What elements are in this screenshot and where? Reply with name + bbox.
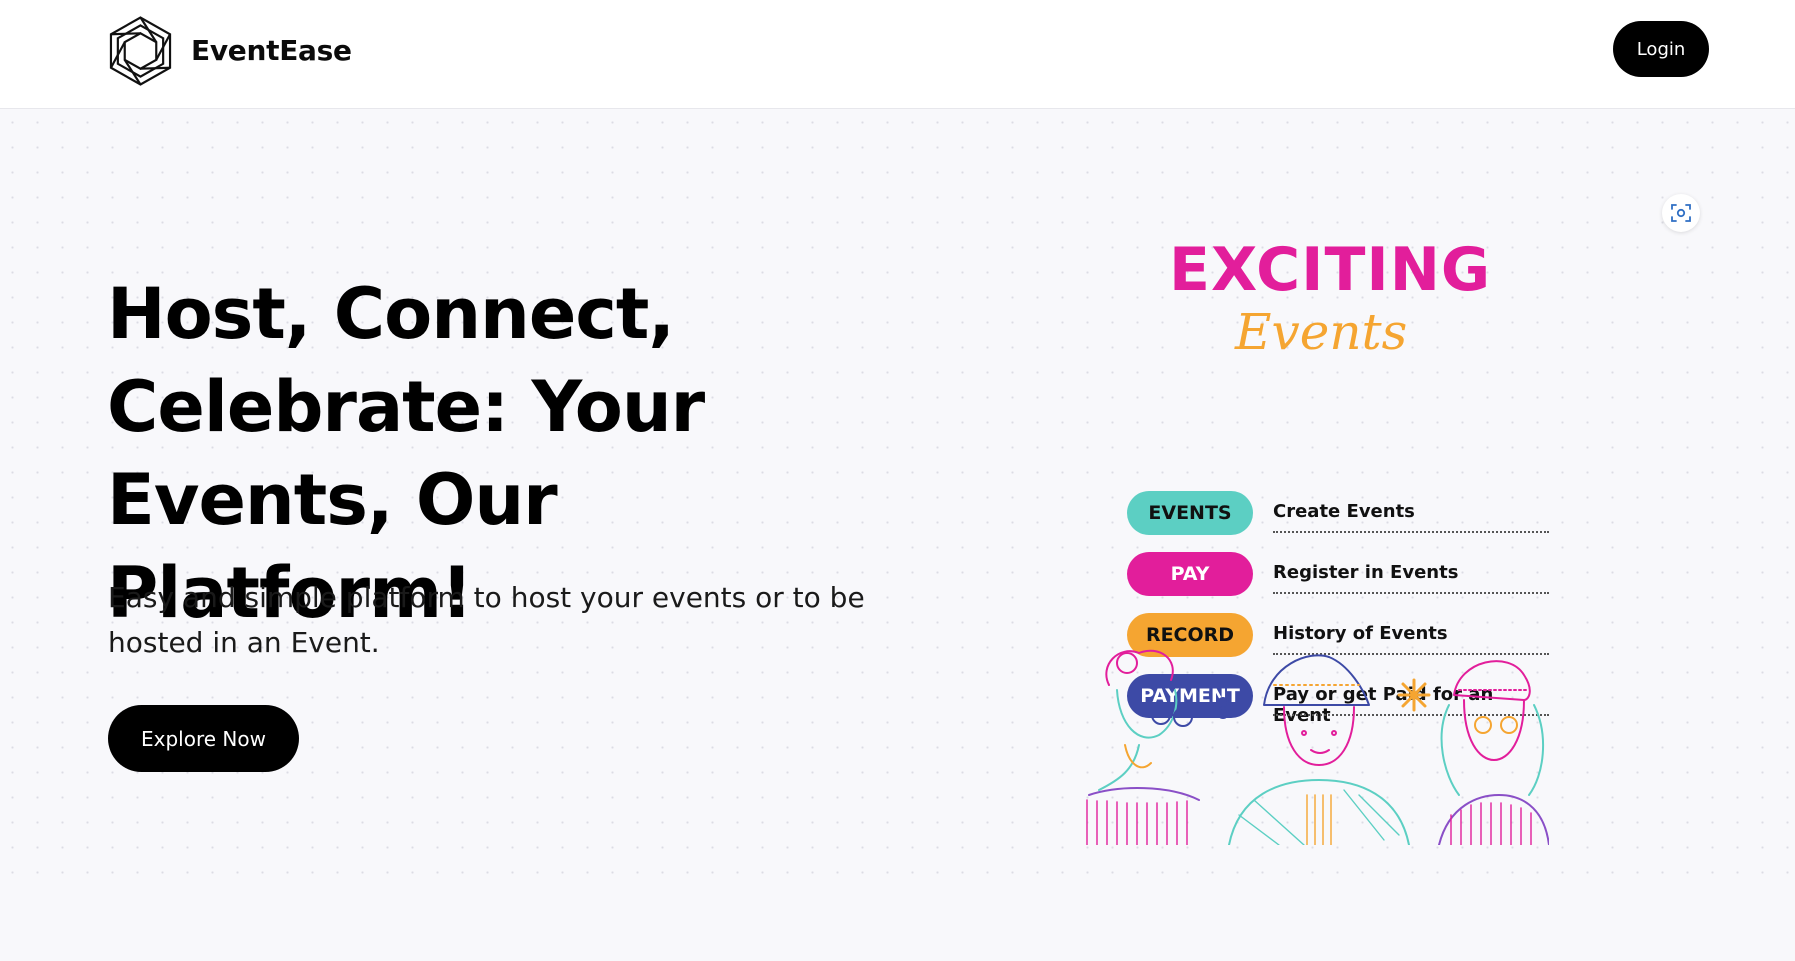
three-people-line-art-illustration — [1086, 649, 1549, 845]
login-button[interactable]: Login — [1613, 21, 1709, 77]
feature-text: History of Events — [1273, 623, 1448, 644]
hexagon-logo-icon — [109, 15, 172, 86]
scan-focus-icon — [1671, 204, 1691, 222]
feature-text: Register in Events — [1273, 562, 1459, 583]
hero-section: Host, Connect, Celebrate: Your Events, O… — [0, 110, 1795, 893]
feature-row-events: EVENTS Create Events — [1127, 491, 1549, 535]
feature-text: Create Events — [1273, 501, 1415, 522]
exciting-events-poster: EXCITING Events EVENTS Create Events PAY… — [1075, 235, 1560, 961]
top-navbar: EventEase Login — [0, 0, 1795, 109]
explore-now-button[interactable]: Explore Now — [108, 705, 299, 772]
poster-script-title: Events — [1235, 303, 1408, 361]
dotted-divider — [1273, 592, 1549, 594]
dotted-divider — [1273, 531, 1549, 533]
hero-subtitle: Easy and simple platform to host your ev… — [108, 581, 865, 659]
feature-row-pay: PAY Register in Events — [1127, 552, 1549, 596]
feature-tag: PAY — [1127, 552, 1253, 596]
brand-name: EventEase — [191, 34, 352, 67]
scan-image-button[interactable] — [1662, 194, 1700, 232]
feature-tag: EVENTS — [1127, 491, 1253, 535]
poster-title: EXCITING — [1169, 235, 1492, 305]
brand[interactable]: EventEase — [108, 13, 352, 88]
